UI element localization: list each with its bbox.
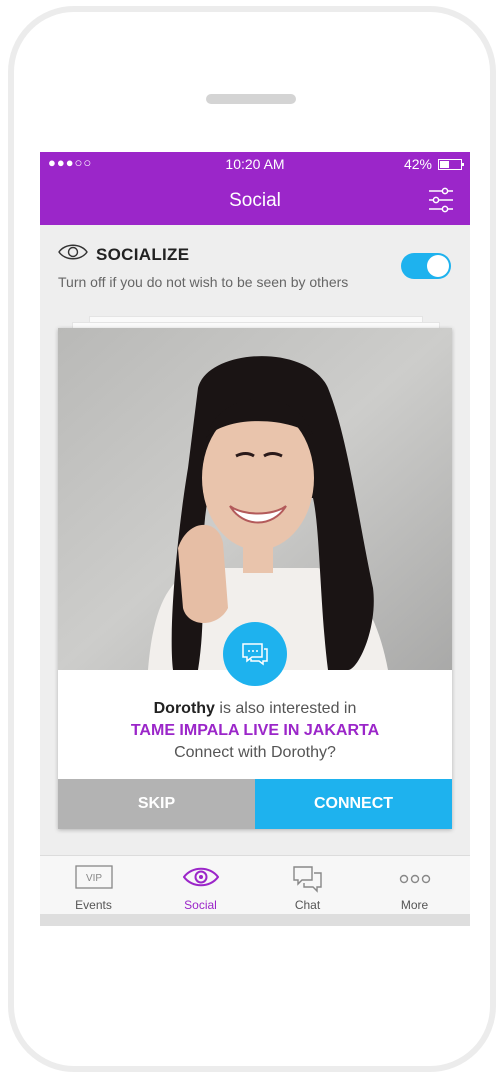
phone-speaker xyxy=(206,94,296,104)
tab-label: Social xyxy=(184,898,217,912)
user-name: Dorothy xyxy=(153,700,215,717)
battery-status: 42% xyxy=(403,156,464,172)
home-indicator-area xyxy=(40,914,470,926)
eye-icon xyxy=(182,867,219,887)
socialize-label: SOCIALIZE xyxy=(96,245,190,264)
chat-badge-icon xyxy=(223,622,287,686)
more-dots-icon xyxy=(399,874,430,884)
app-screen: ●●●○○ 10:20 AM 42% Social SOCIALIZE Turn… xyxy=(40,152,470,926)
profile-photo xyxy=(58,328,452,670)
tab-more[interactable]: More xyxy=(361,856,468,915)
tab-social[interactable]: Social xyxy=(147,856,254,915)
tab-label: More xyxy=(400,898,429,912)
socialize-setting: SOCIALIZE Turn off if you do not wish to… xyxy=(40,225,470,305)
tab-label: Chat xyxy=(294,898,321,912)
sliders-icon[interactable] xyxy=(428,187,454,213)
tab-chat[interactable]: Chat xyxy=(254,856,361,915)
profile-card: Dorothy is also interested in TAME IMPAL… xyxy=(58,328,452,829)
battery-icon xyxy=(438,158,464,170)
vip-ticket-icon: VIP xyxy=(74,865,113,889)
socialize-toggle[interactable] xyxy=(401,253,451,279)
eye-icon xyxy=(58,244,88,260)
connect-question: Connect with Dorothy? xyxy=(174,744,336,761)
battery-percent: 42% xyxy=(403,156,432,172)
connect-button[interactable]: CONNECT xyxy=(255,779,452,829)
bottom-tab-bar: VIP Events Social Chat More xyxy=(40,855,470,915)
page-title: Social xyxy=(229,190,281,211)
tab-events[interactable]: VIP Events xyxy=(40,856,147,915)
svg-text:VIP: VIP xyxy=(85,873,101,884)
app-header: ●●●○○ 10:20 AM 42% Social xyxy=(40,152,470,225)
chat-bubbles-icon xyxy=(292,866,322,893)
event-name: TAME IMPALA LIVE IN JAKARTA xyxy=(130,722,380,739)
interest-suffix: is also interested in xyxy=(214,700,357,717)
tab-label: Events xyxy=(75,898,112,912)
skip-button[interactable]: SKIP xyxy=(58,779,255,829)
interest-text: Dorothy is also interested in xyxy=(58,700,452,718)
toggle-knob xyxy=(427,255,449,277)
socialize-description: Turn off if you do not wish to be seen b… xyxy=(58,274,349,290)
